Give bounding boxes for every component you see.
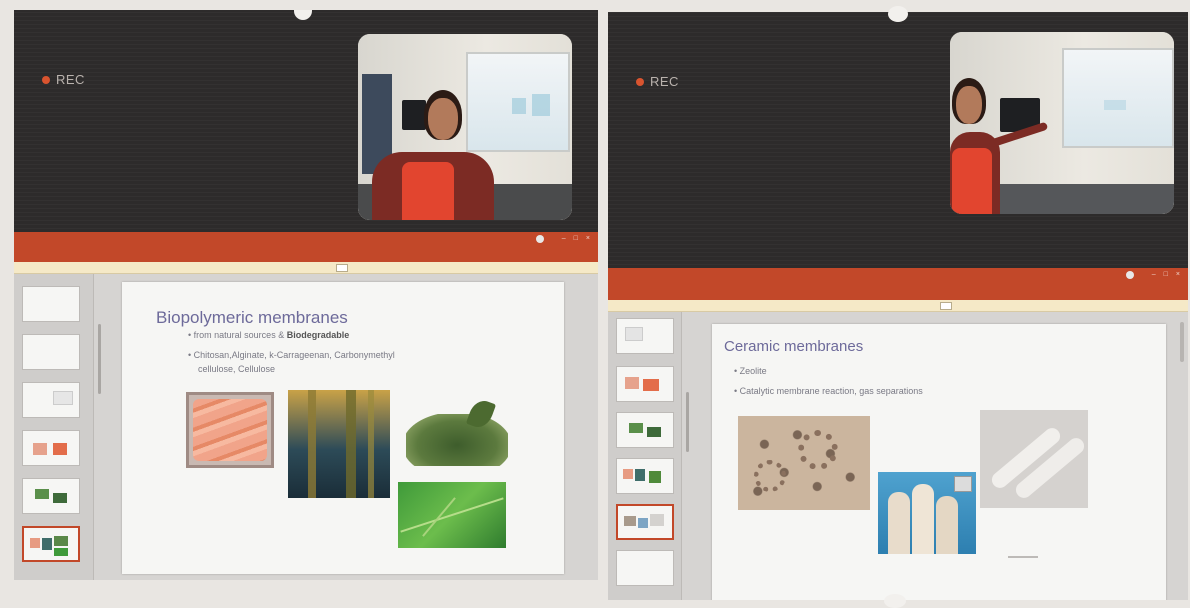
slide-thumbnail-pane[interactable] xyxy=(608,312,682,600)
green-leaf-image[interactable] xyxy=(398,482,506,548)
slide-thumbnail-active[interactable] xyxy=(616,504,674,540)
slide-thumbnail-active[interactable] xyxy=(22,526,80,562)
slide-title: Biopolymeric membranes xyxy=(156,308,348,327)
slide-bullet: • Catalytic membrane reaction, gas separ… xyxy=(734,386,923,396)
user-avatar-icon[interactable] xyxy=(536,235,544,243)
rec-dot-icon xyxy=(636,77,644,86)
meeting-video-area: REC xyxy=(14,10,598,232)
recording-indicator: REC xyxy=(42,72,85,87)
slide-bullet: • from natural sources & Biodegradable xyxy=(188,330,350,340)
slide-thumbnail[interactable] xyxy=(22,334,80,370)
window-controls-icon[interactable]: – □ × xyxy=(562,235,590,242)
powerpoint-ribbon: – □ × xyxy=(14,232,598,262)
rec-label: REC xyxy=(650,74,679,89)
slide-scrollbar[interactable] xyxy=(1180,322,1184,362)
slide-thumbnail[interactable] xyxy=(22,286,80,322)
slide-thumbnail[interactable] xyxy=(616,458,674,494)
window-controls-icon[interactable]: – □ × xyxy=(1152,271,1180,278)
bullet-text: from natural sources & xyxy=(193,330,287,340)
bullet-text: Catalytic membrane reaction, gas separat… xyxy=(739,386,923,396)
page-fold-mark xyxy=(888,6,908,22)
slide-bullet: • Chitosan,Alginate, k-Carrageenan, Carb… xyxy=(188,350,395,360)
update-notice-bar xyxy=(14,262,598,274)
presenter-camera-feed[interactable] xyxy=(358,34,572,220)
user-avatar-icon[interactable] xyxy=(1126,271,1134,279)
right-screenshot-panel: REC – □ × Ceramic membranes • Zeolite • … xyxy=(608,12,1188,600)
ribbon-user[interactable] xyxy=(1126,271,1134,279)
ceramic-cylinders-image[interactable] xyxy=(878,472,976,554)
powerpoint-workspace: Biopolymeric membranes • from natural so… xyxy=(14,274,598,580)
slide-bullet-continuation: cellulose, Cellulose xyxy=(198,364,276,374)
meeting-video-area: REC xyxy=(608,12,1188,268)
ceramic-tubes-image[interactable] xyxy=(980,410,1088,508)
notice-action-button[interactable] xyxy=(336,264,348,272)
page-fold-mark xyxy=(884,594,906,608)
shrimp-shell-image[interactable] xyxy=(186,392,274,468)
slide-thumbnail[interactable] xyxy=(616,412,674,448)
slide-thumbnail[interactable] xyxy=(22,430,80,466)
thumbnail-scrollbar[interactable] xyxy=(98,324,101,394)
ceramic-honeycomb-image[interactable] xyxy=(738,416,870,510)
recording-indicator: REC xyxy=(636,74,679,89)
ribbon-user[interactable] xyxy=(536,235,544,243)
presenter-camera-feed[interactable] xyxy=(950,32,1174,214)
powerpoint-ribbon: – □ × xyxy=(608,268,1188,300)
bullet-bold-text: Biodegradable xyxy=(286,330,350,340)
slide-thumbnail[interactable] xyxy=(22,478,80,514)
slide-title: Ceramic membranes xyxy=(724,338,864,355)
thumbnail-scrollbar[interactable] xyxy=(686,392,689,452)
rec-dot-icon xyxy=(42,75,50,84)
slide-canvas[interactable]: Biopolymeric membranes • from natural so… xyxy=(122,282,564,574)
slide-bullet: • Zeolite xyxy=(734,366,767,376)
slide-thumbnail[interactable] xyxy=(616,318,674,354)
bullet-text: Zeolite xyxy=(739,366,767,376)
kelp-forest-image[interactable] xyxy=(288,390,390,498)
slide-canvas[interactable]: Ceramic membranes • Zeolite • Catalytic … xyxy=(712,324,1166,600)
powerpoint-workspace: Ceramic membranes • Zeolite • Catalytic … xyxy=(608,312,1188,600)
bullet-text: Chitosan,Alginate, k-Carrageenan, Carbon… xyxy=(193,350,395,360)
slide-thumbnail[interactable] xyxy=(22,382,80,418)
update-notice-bar xyxy=(608,300,1188,312)
notice-action-button[interactable] xyxy=(940,302,952,310)
slide-thumbnail[interactable] xyxy=(616,366,674,402)
rec-label: REC xyxy=(56,72,85,87)
slide-thumbnail-pane[interactable] xyxy=(14,274,94,580)
left-screenshot-panel: REC – □ × Biopolymeric membranes • from … xyxy=(14,10,598,580)
slide-thumbnail[interactable] xyxy=(616,550,674,586)
seaweed-pile-image[interactable] xyxy=(400,400,514,472)
